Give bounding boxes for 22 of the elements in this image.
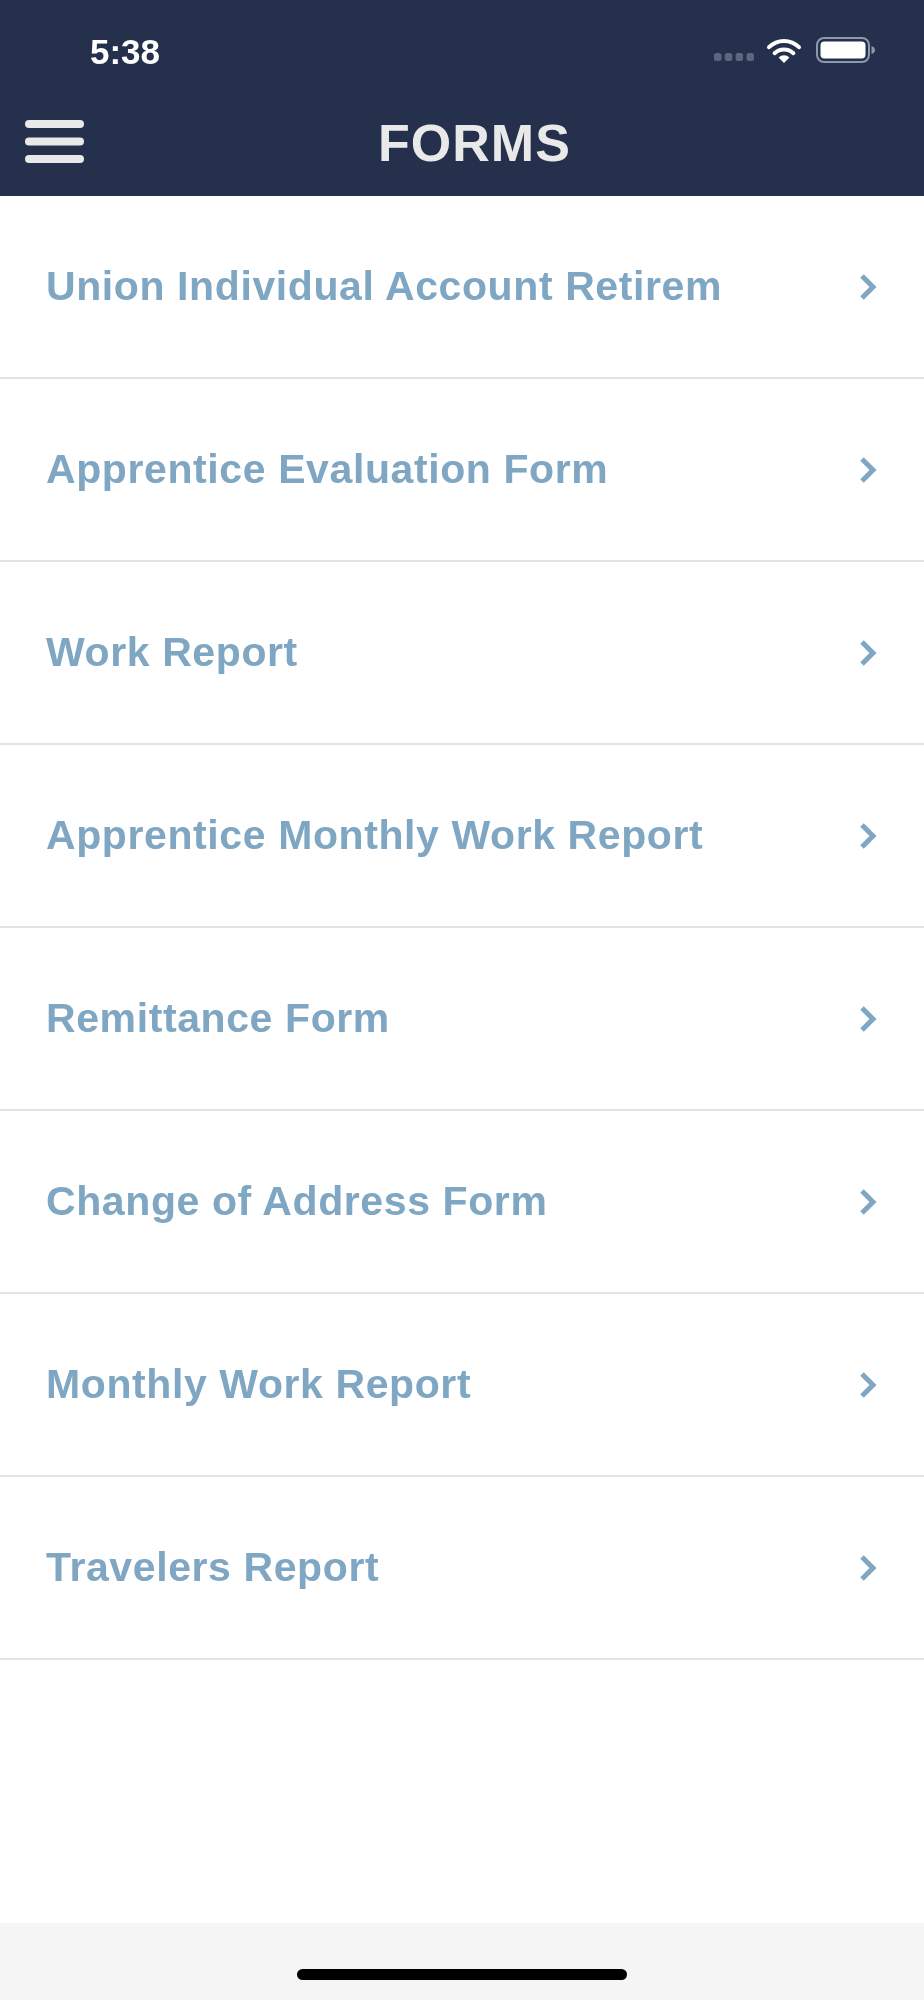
wifi-icon <box>766 37 802 63</box>
form-list-item[interactable]: Work Report <box>0 562 924 745</box>
menu-icon[interactable] <box>25 119 84 163</box>
chevron-right-icon <box>859 272 877 301</box>
form-list-item[interactable]: Change of Address Form <box>0 1111 924 1294</box>
form-list-item[interactable]: Remittance Form <box>0 928 924 1111</box>
battery-icon <box>816 37 875 63</box>
chevron-right-icon <box>859 1553 877 1582</box>
chevron-right-icon <box>859 1370 877 1399</box>
chevron-right-icon <box>859 1187 877 1216</box>
chevron-right-icon <box>859 821 877 850</box>
status-time: 5:38 <box>90 33 161 69</box>
form-list-item[interactable]: Apprentice Monthly Work Report <box>0 745 924 928</box>
form-list-item[interactable]: Union Individual Account Retirem <box>0 196 924 379</box>
chevron-right-icon <box>859 1004 877 1033</box>
page-title: FORMS <box>378 115 571 173</box>
form-list-item[interactable]: Travelers Report <box>0 1477 924 1660</box>
chevron-right-icon <box>859 455 877 484</box>
form-list-item[interactable]: Apprentice Evaluation Form <box>0 379 924 562</box>
chevron-right-icon <box>859 638 877 667</box>
form-list-item[interactable]: Monthly Work Report <box>0 1294 924 1477</box>
signal-icon <box>714 53 754 61</box>
